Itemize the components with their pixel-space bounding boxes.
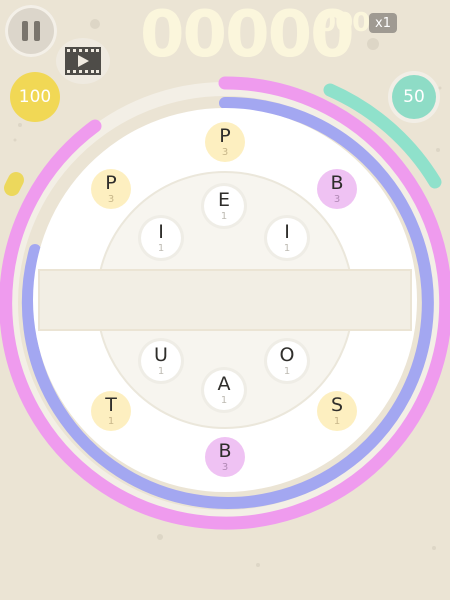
letter-tile[interactable]: O 1 [267, 341, 307, 381]
letter-tile[interactable]: E 1 [204, 186, 244, 226]
pause-icon [22, 21, 28, 41]
tile-letter: I [284, 220, 290, 243]
film-play-icon [65, 47, 101, 75]
tile-letter: B [218, 439, 232, 462]
tile-points: 1 [220, 394, 228, 406]
tile-letter: A [217, 372, 231, 395]
tile-points: 1 [157, 365, 165, 377]
tile-letter: T [105, 393, 117, 416]
tile-points: 1 [333, 415, 341, 427]
tile-letter: I [158, 220, 164, 243]
tile-letter: P [105, 171, 117, 194]
letter-tile[interactable]: I 1 [141, 218, 181, 258]
tile-points: 1 [157, 242, 165, 254]
word-bar [38, 269, 412, 331]
score-sub: 000 [318, 8, 370, 38]
bonus-right-value: 50 [392, 75, 436, 119]
letter-tile[interactable]: T 1 [91, 391, 131, 431]
tile-points: 1 [107, 415, 115, 427]
letter-tile[interactable]: S 1 [317, 391, 357, 431]
bonus-left-badge: 100 [10, 72, 60, 122]
pause-icon-bar [34, 21, 40, 41]
tile-points: 3 [221, 146, 229, 158]
letter-tile[interactable]: B 3 [205, 437, 245, 477]
tile-letter: B [330, 171, 344, 194]
bonus-right-badge: 50 [388, 71, 440, 123]
letter-tile[interactable]: P 3 [205, 122, 245, 162]
tile-points: 1 [283, 365, 291, 377]
tile-points: 3 [221, 461, 229, 473]
letter-tile[interactable]: B 3 [317, 169, 357, 209]
tile-letter: S [330, 393, 344, 416]
tile-points: 3 [333, 193, 341, 205]
letter-tile[interactable]: I 1 [267, 218, 307, 258]
letter-tile[interactable]: P 3 [91, 169, 131, 209]
tile-points: 1 [283, 242, 291, 254]
timer-arc-yellow [4, 172, 24, 196]
video-button[interactable] [56, 38, 110, 84]
tile-letter: P [219, 124, 231, 147]
letter-tile[interactable]: A 1 [204, 370, 244, 410]
tile-points: 3 [107, 193, 115, 205]
tile-letter: O [279, 343, 295, 366]
tile-points: 1 [220, 210, 228, 222]
multiplier-badge: x1 [369, 13, 397, 33]
tile-letter: E [217, 188, 230, 211]
letter-tile[interactable]: U 1 [141, 341, 181, 381]
game-board-graphics [0, 19, 450, 567]
tile-letter: U [154, 343, 168, 366]
pause-button[interactable] [5, 5, 57, 57]
